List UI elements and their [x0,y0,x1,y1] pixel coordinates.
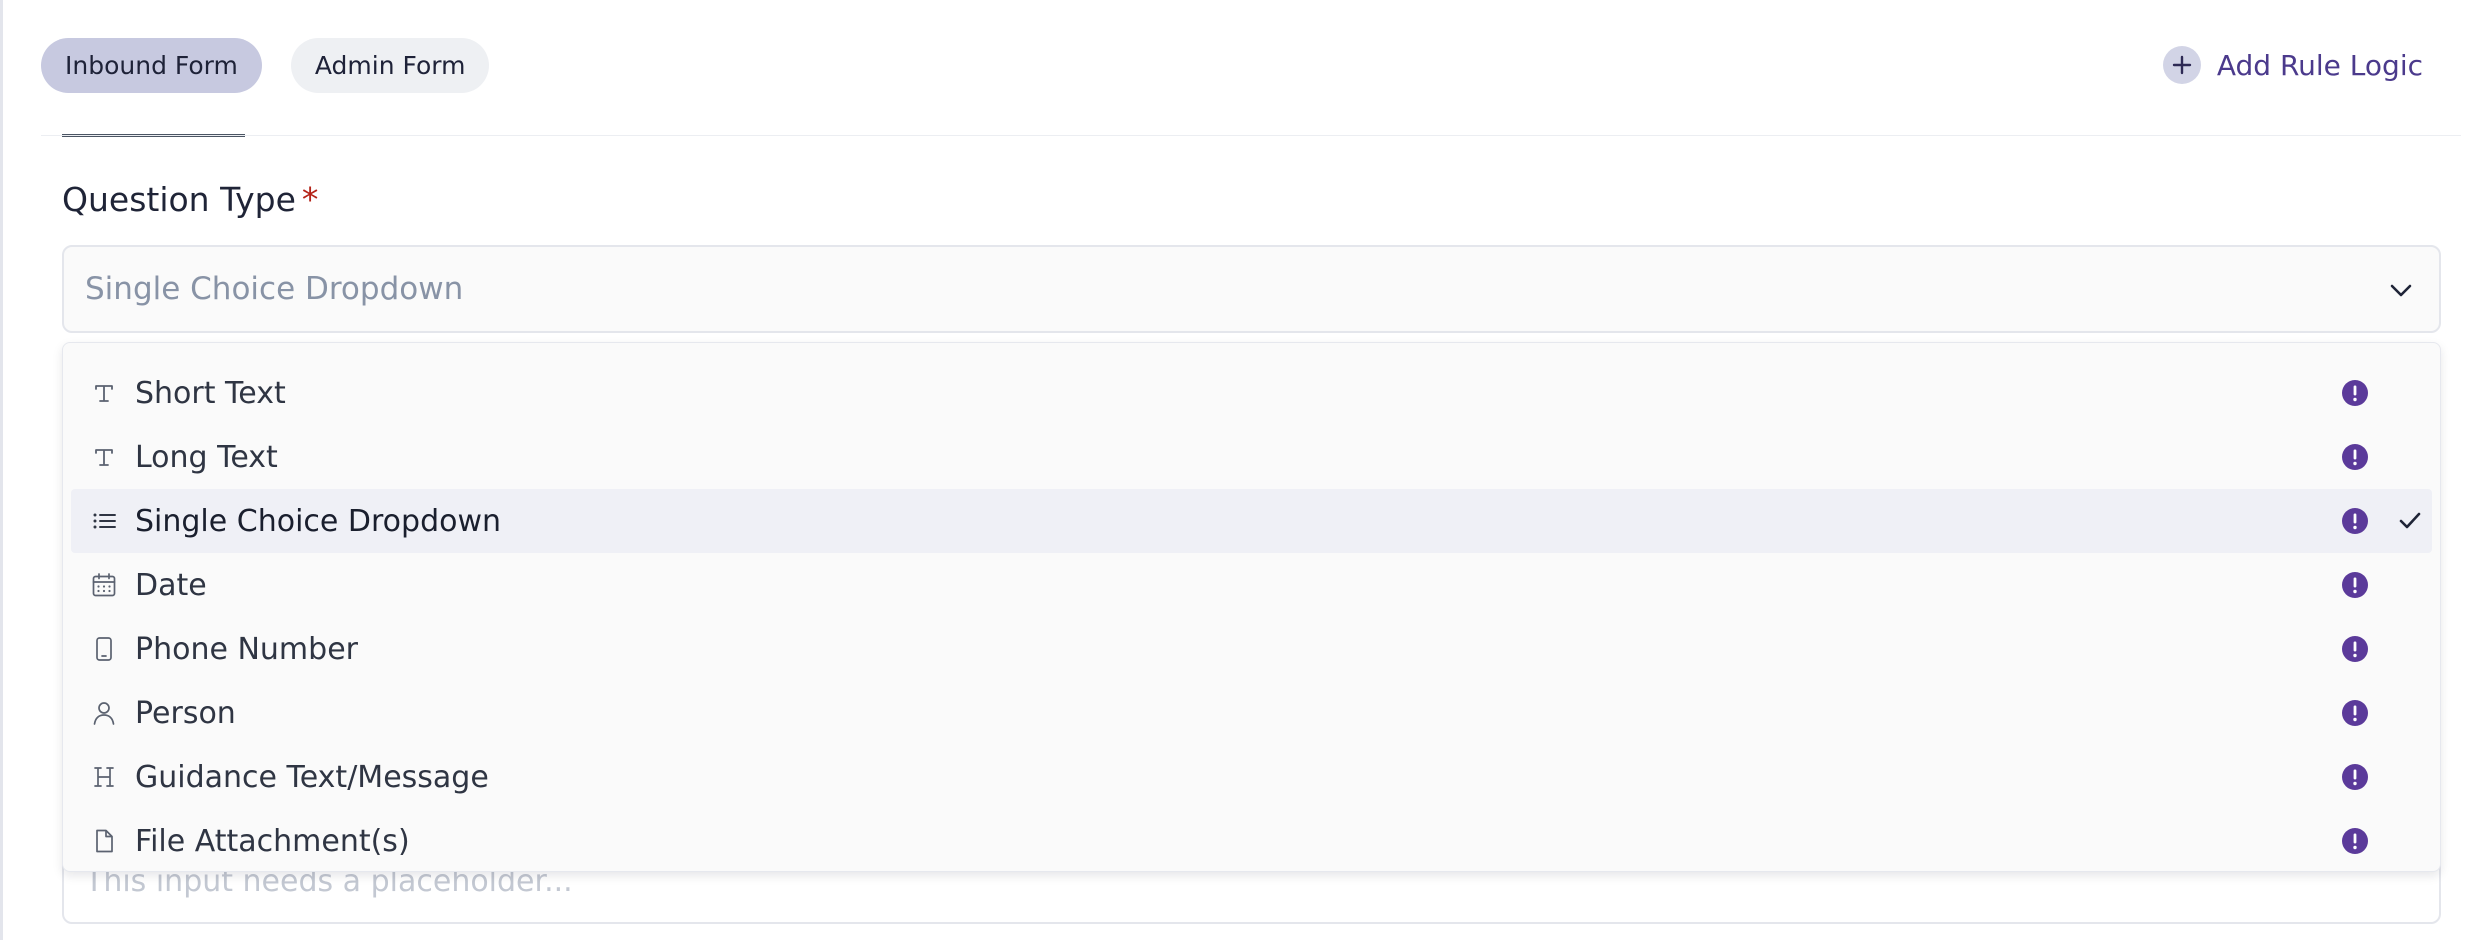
menu-item-label: Short Text [135,375,286,411]
info-badge-icon [2342,380,2368,406]
menu-item-person[interactable]: Person [71,681,2432,745]
tab-admin-form[interactable]: Admin Form [290,38,490,93]
menu-item-label: Date [135,567,207,603]
info-badge-icon [2342,508,2368,534]
tab-inbound-form[interactable]: Inbound Form [41,38,262,93]
text-type-icon [91,380,117,406]
checkmark-icon [2399,512,2421,529]
phone-icon [91,636,117,662]
left-border [0,0,3,940]
person-icon [91,700,117,726]
info-badge-icon [2342,572,2368,598]
question-type-label: Question Type * [62,180,318,219]
info-badge-icon [2342,828,2368,854]
menu-item-guidance-text[interactable]: Guidance Text/Message [71,745,2432,809]
question-type-label-text: Question Type [62,180,296,219]
file-icon [91,828,117,854]
form-tabs: Inbound Form Admin Form [41,38,490,93]
question-type-select[interactable]: Single Choice Dropdown [62,245,2441,333]
menu-item-label: Phone Number [135,631,358,667]
info-badge-icon [2342,764,2368,790]
menu-item-short-text[interactable]: Short Text [71,361,2432,425]
heading-icon [91,764,117,790]
menu-item-label: Long Text [135,439,278,475]
question-type-select-value: Single Choice Dropdown [85,271,464,307]
menu-item-file-attachment[interactable]: File Attachment(s) [71,809,2432,873]
menu-item-phone-number[interactable]: Phone Number [71,617,2432,681]
plus-circle-icon [2162,46,2201,84]
add-rule-logic-label: Add Rule Logic [2216,48,2423,82]
calendar-icon [91,572,117,598]
menu-item-date[interactable]: Date [71,553,2432,617]
menu-item-single-choice-dropdown[interactable]: Single Choice Dropdown [71,489,2432,553]
info-badge-icon [2342,444,2368,470]
info-badge-icon [2342,700,2368,726]
header-divider [41,135,2461,136]
menu-item-label: File Attachment(s) [135,823,410,859]
form-header: Inbound Form Admin Form Add Rule Logic [0,0,2492,137]
list-icon [91,508,117,534]
menu-item-label: Guidance Text/Message [135,759,489,795]
menu-item-label: Single Choice Dropdown [135,503,502,539]
info-badge-icon [2342,636,2368,662]
menu-item-long-text[interactable]: Long Text [71,425,2432,489]
required-marker: * [301,180,319,219]
text-type-icon [91,444,117,470]
chevron-down-icon [2390,284,2412,297]
question-type-dropdown-menu: Short Text Long Text Single Choice Dropd… [62,342,2441,872]
menu-item-label: Person [135,695,236,731]
add-rule-logic-button[interactable]: Add Rule Logic [2162,46,2423,84]
